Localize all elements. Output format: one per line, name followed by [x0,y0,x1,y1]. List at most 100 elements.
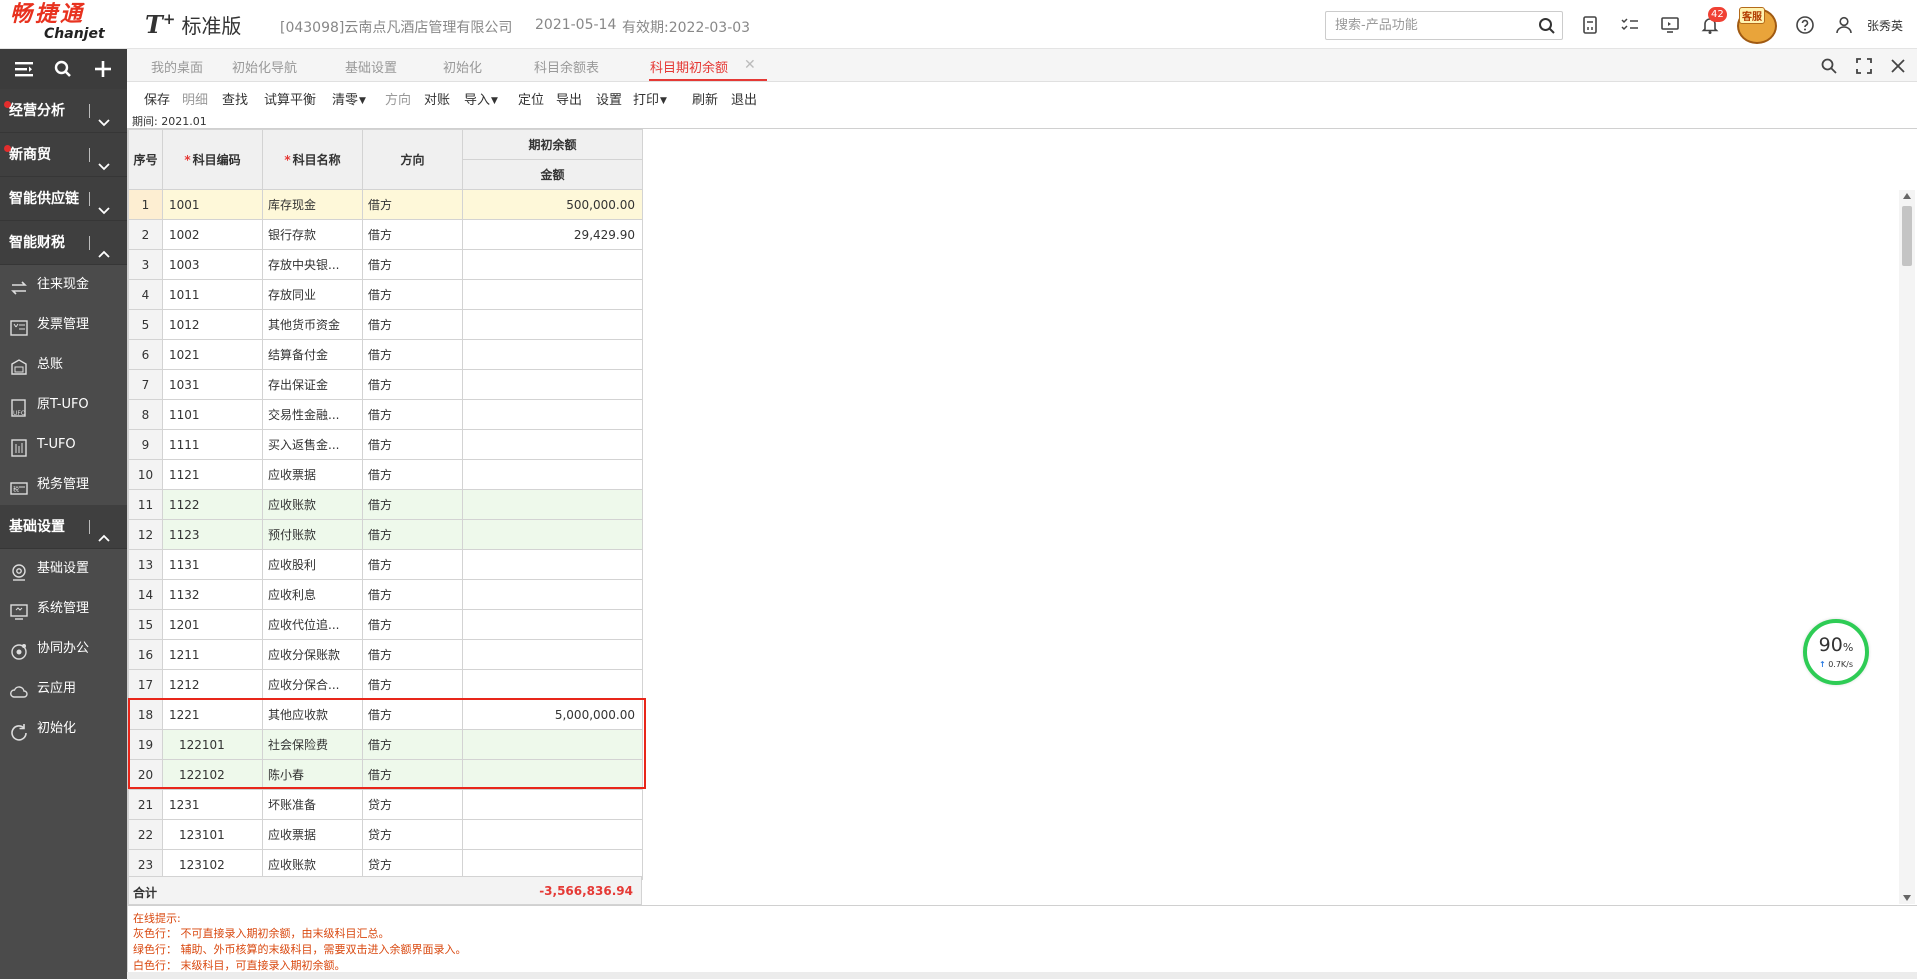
account-code[interactable]: 122101 [162,729,263,760]
table-row[interactable]: 10 1121 应收票据 借方 [128,459,643,490]
opening-amount[interactable] [462,789,643,820]
customer-service-mascot[interactable]: 客服 [1733,4,1785,46]
tab-3[interactable]: 初始化 [443,57,482,76]
account-code[interactable]: 1131 [162,549,263,580]
table-row[interactable]: 12 1123 预付账款 借方 [128,519,643,550]
account-code[interactable]: 1003 [162,249,263,280]
sidebar-item-finance_items-0[interactable]: 往来现金 [0,265,127,305]
balance-direction[interactable]: 借方 [362,699,463,730]
account-code[interactable]: 1021 [162,339,263,370]
sidebar-item-finance_items-3[interactable]: UFO 原T-UFO [0,385,127,425]
account-code[interactable]: 1101 [162,399,263,430]
table-row[interactable]: 9 1111 买入返售金... 借方 [128,429,643,460]
sidebar-item-basic_items-0[interactable]: 基础设置 [0,549,127,589]
account-code[interactable]: 1212 [162,669,263,700]
account-name[interactable]: 坏账准备 [262,789,363,820]
opening-amount[interactable] [462,399,643,430]
add-icon[interactable] [88,54,118,84]
tab-1[interactable]: 初始化导航 [232,57,297,76]
opening-amount[interactable] [462,429,643,460]
account-name[interactable]: 存出保证金 [262,369,363,400]
toolbar-button-0[interactable]: 保存 [144,89,170,108]
balance-direction[interactable]: 借方 [362,429,463,460]
account-name[interactable]: 应收分保合... [262,669,363,700]
account-code[interactable]: 1111 [162,429,263,460]
balance-direction[interactable]: 借方 [362,249,463,280]
balance-direction[interactable]: 借方 [362,729,463,760]
balance-direction[interactable]: 借方 [362,579,463,610]
account-code[interactable]: 1121 [162,459,263,490]
tab-4[interactable]: 科目余额表 [534,57,599,76]
balance-direction[interactable]: 借方 [362,309,463,340]
table-row[interactable]: 14 1132 应收利息 借方 [128,579,643,610]
account-name[interactable]: 应收账款 [262,489,363,520]
account-name[interactable]: 应收利息 [262,579,363,610]
col-header-name[interactable]: * 科目名称 [262,129,363,190]
account-name[interactable]: 应收股利 [262,549,363,580]
opening-amount[interactable] [462,339,643,370]
table-row[interactable]: 6 1021 结算备付金 借方 [128,339,643,370]
toolbar-button-6[interactable]: 对账 [424,89,450,108]
vertical-scrollbar[interactable] [1899,190,1915,904]
account-code[interactable]: 123102 [162,849,263,880]
table-row[interactable]: 23 123102 应收账款 贷方 [128,849,643,880]
sidebar-item-finance_items-4[interactable]: T-UFO [0,425,127,465]
account-name[interactable]: 其他货币资金 [262,309,363,340]
opening-amount[interactable] [462,369,643,400]
table-row[interactable]: 21 1231 坏账准备 贷方 [128,789,643,820]
toolbar-button-13[interactable]: 退出 [731,89,757,108]
opening-amount[interactable] [462,609,643,640]
balance-direction[interactable]: 借方 [362,219,463,250]
table-row[interactable]: 8 1101 交易性金融... 借方 [128,399,643,430]
toolbar-button-3[interactable]: 试算平衡 [264,89,316,108]
sidebar-section-3[interactable]: 智能财税 [0,221,127,265]
search-input[interactable] [1326,12,1526,39]
sidebar-search-icon[interactable] [48,54,78,84]
search-icon[interactable] [1538,17,1556,39]
account-code[interactable]: 1201 [162,609,263,640]
account-code[interactable]: 1012 [162,309,263,340]
toolbar-button-2[interactable]: 查找 [222,89,248,108]
account-code[interactable]: 1001 [162,189,263,220]
tab-0[interactable]: 我的桌面 [151,57,203,76]
sidebar-item-basic_items-4[interactable]: 初始化 [0,709,127,749]
account-name[interactable]: 结算备付金 [262,339,363,370]
sidebar-section-0[interactable]: 经营分析 [0,89,127,133]
table-row[interactable]: 18 1221 其他应收款 借方 5,000,000.00 [128,699,643,730]
account-name[interactable]: 存放中央银... [262,249,363,280]
balance-direction[interactable]: 贷方 [362,849,463,880]
account-code[interactable]: 1123 [162,519,263,550]
account-name[interactable]: 其他应收款 [262,699,363,730]
toolbar-button-8[interactable]: 定位 [518,89,544,108]
sidebar-item-finance_items-1[interactable]: 发票管理 [0,305,127,345]
network-speed-gauge[interactable]: 90% ↑ 0.7K/s [1803,619,1869,685]
monitor-icon[interactable] [1660,15,1680,35]
opening-amount[interactable]: 5,000,000.00 [462,699,643,730]
calculator-icon[interactable] [1580,15,1600,35]
sidebar-item-finance_items-5[interactable]: 税 税务管理 [0,465,127,505]
balance-direction[interactable]: 借方 [362,399,463,430]
account-name[interactable]: 买入返售金... [262,429,363,460]
sidebar-item-basic_items-1[interactable]: 系统管理 [0,589,127,629]
close-window-icon[interactable] [1889,57,1907,75]
sidebar-section-2[interactable]: 智能供应链 [0,177,127,221]
balance-direction[interactable]: 借方 [362,519,463,550]
opening-amount[interactable] [462,459,643,490]
account-code[interactable]: 1132 [162,579,263,610]
account-code[interactable]: 122102 [162,759,263,790]
sidebar-section-basic[interactable]: 基础设置 [0,505,127,549]
opening-amount[interactable] [462,309,643,340]
balance-direction[interactable]: 贷方 [362,789,463,820]
account-code[interactable]: 1221 [162,699,263,730]
account-name[interactable]: 应收分保账款 [262,639,363,670]
toolbar-button-1[interactable]: 明细 [182,89,208,108]
toolbar-button-7[interactable]: 导入▼ [464,89,498,108]
table-row[interactable]: 19 122101 社会保险费 借方 [128,729,643,760]
toolbar-button-11[interactable]: 打印▼ [633,89,667,108]
balance-direction[interactable]: 借方 [362,459,463,490]
balance-direction[interactable]: 贷方 [362,819,463,850]
balance-direction[interactable]: 借方 [362,639,463,670]
account-code[interactable]: 1231 [162,789,263,820]
toolbar-button-5[interactable]: 方向 [385,89,411,108]
find-icon[interactable] [1820,57,1838,75]
